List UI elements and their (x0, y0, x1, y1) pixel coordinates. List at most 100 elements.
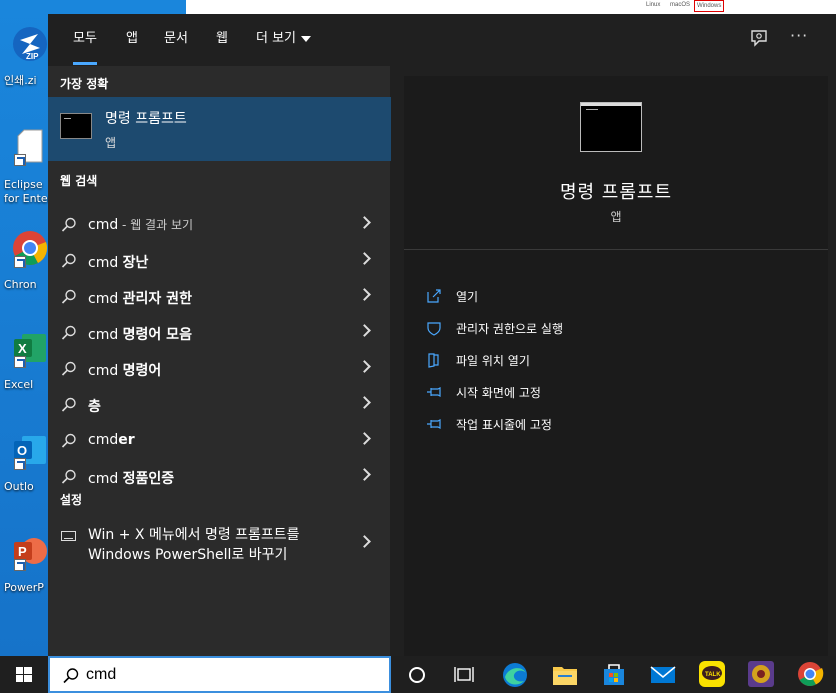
web-suggestion-label: cmder (88, 432, 135, 448)
action-pin-to-taskbar[interactable]: 작업 표시줄에 고정 (426, 411, 806, 439)
web-suggestion-web-result[interactable]: cmd - 웹 결과 보기 (48, 207, 390, 243)
results-list: 가장 정확 명령 프롬프트 앱 웹 검색 cmd - 웹 결과 보기 cmd 장난… (48, 66, 391, 656)
chevron-right-icon (358, 324, 371, 337)
suggestion-prefix: cmd (88, 327, 123, 343)
taskbar-search-box[interactable] (48, 656, 391, 693)
web-suggestion-label: cmd 명령어 모음 (88, 324, 192, 344)
web-suggestion-label: cmd 장난 (88, 252, 148, 272)
section-best-match: 가장 정확 (60, 77, 109, 91)
search-panel: 모두 앱 문서 웹 더 보기 ··· 가장 정확 명령 프롬프트 앱 웹 검색 … (48, 14, 836, 656)
best-match-item[interactable]: 명령 프롬프트 앱 (48, 97, 391, 161)
search-icon (61, 469, 76, 484)
suggestion-bold: 층 (88, 399, 101, 415)
desktop-icon-eclipse[interactable]: Eclipse for Enter (0, 128, 52, 218)
best-match-name: 명령 프롬프트 (105, 111, 187, 127)
web-suggestion-cmd-activation[interactable]: cmd 정품인증 (48, 459, 390, 495)
game-icon[interactable] (746, 659, 776, 689)
search-icon (61, 397, 76, 412)
desktop-icon-powerpoint[interactable]: P PowerP (0, 533, 48, 623)
web-suggestion-cmd-prank[interactable]: cmd 장난 (48, 243, 390, 279)
search-input[interactable] (86, 664, 376, 686)
web-suggestion-cheung[interactable]: 층 (48, 387, 390, 423)
suggestion-bold: er (118, 432, 135, 448)
suggestion-bold: 장난 (122, 255, 149, 271)
chevron-right-icon (358, 288, 371, 301)
pin-icon (427, 419, 441, 429)
web-suggestion-cmder[interactable]: cmder (48, 423, 390, 459)
section-settings: 설정 (60, 493, 83, 507)
desktop-icon-outlook[interactable]: O Outlo (0, 432, 48, 522)
svg-text:ZIP: ZIP (26, 52, 39, 61)
tab-all[interactable]: 모두 (73, 30, 97, 65)
action-open[interactable]: 열기 (426, 283, 806, 311)
desktop-icon-chrome[interactable]: Chron (0, 230, 48, 320)
chevron-right-icon (358, 216, 371, 229)
shield-icon (427, 322, 441, 336)
suggestion-bold: 명령어 모음 (122, 327, 192, 343)
pin-icon (427, 387, 441, 397)
search-tabs-bar: 모두 앱 문서 웹 더 보기 ··· (48, 14, 836, 66)
tab-more[interactable]: 더 보기 (256, 30, 312, 48)
chevron-right-icon (358, 432, 371, 445)
tab-apps[interactable]: 앱 (126, 30, 138, 48)
chevron-right-icon (358, 535, 371, 548)
suggestion-prefix: cmd (88, 291, 123, 307)
store-icon[interactable] (599, 659, 629, 689)
zip-icon: ZIP (13, 27, 47, 61)
command-prompt-icon (60, 113, 92, 139)
tab-documents[interactable]: 문서 (164, 30, 188, 48)
settings-item-powershell[interactable]: Win + X 메뉴에서 명령 프롬프트를 Windows PowerShell… (48, 521, 390, 571)
divider (404, 249, 828, 250)
tab-more-label: 더 보기 (256, 31, 297, 46)
search-icon (61, 253, 76, 268)
action-label: 파일 위치 열기 (456, 354, 530, 368)
chevron-right-icon (358, 360, 371, 373)
action-open-file-location[interactable]: 파일 위치 열기 (426, 347, 806, 375)
action-pin-to-start[interactable]: 시작 화면에 고정 (426, 379, 806, 407)
settings-item-line1: Win + X 메뉴에서 명령 프롬프트를 (88, 527, 300, 543)
chrome-icon[interactable] (795, 659, 825, 689)
tab-web[interactable]: 웹 (216, 30, 228, 48)
task-view-icon[interactable] (449, 659, 479, 689)
file-explorer-icon[interactable] (550, 659, 580, 689)
bg-tab-windows: Windows (694, 0, 725, 12)
taskbar: TALK (0, 656, 836, 693)
shortcut-arrow-icon (14, 256, 26, 268)
background-window: Linux macOS Windows (186, 0, 836, 14)
search-icon (63, 668, 79, 684)
preview-app-name: 명령 프롬프트 (559, 182, 673, 203)
cortana-icon[interactable] (402, 659, 432, 689)
more-options-icon[interactable]: ··· (790, 26, 808, 45)
web-suggestion-label: cmd 관리자 권한 (88, 288, 192, 308)
command-prompt-large-icon (580, 102, 642, 152)
suggestion-bold: 명령어 (122, 363, 162, 379)
desktop-icon-excel[interactable]: X Excel (0, 330, 48, 420)
mail-icon[interactable] (648, 659, 678, 689)
edge-icon[interactable] (500, 659, 530, 689)
best-match-type: 앱 (105, 136, 117, 150)
web-suggestion-label: cmd - 웹 결과 보기 (88, 216, 193, 233)
web-suggestion-cmd-commands-list[interactable]: cmd 명령어 모음 (48, 315, 390, 351)
settings-item-line2: Windows PowerShell로 바꾸기 (88, 547, 288, 563)
action-run-as-admin[interactable]: 관리자 권한으로 실행 (426, 315, 806, 343)
suggestion-prefix: cmd (88, 255, 123, 271)
web-suggestion-label: 층 (88, 396, 101, 416)
shortcut-arrow-icon (14, 356, 26, 368)
suggestion-prefix: cmd (88, 432, 119, 448)
feedback-icon[interactable] (748, 28, 770, 50)
action-label: 관리자 권한으로 실행 (456, 322, 563, 336)
chevron-right-icon (358, 468, 371, 481)
svg-text:X: X (18, 341, 27, 356)
svg-text:O: O (17, 443, 27, 458)
preview-pane: 명령 프롬프트 앱 열기 관리자 권한으로 실행 파일 위치 열기 시작 화면에… (404, 76, 828, 656)
web-suggestion-cmd-commands[interactable]: cmd 명령어 (48, 351, 390, 387)
windows-start-icon[interactable] (0, 656, 48, 693)
suggestion-bold: 관리자 권한 (122, 291, 192, 307)
search-icon (61, 433, 76, 448)
preview-app-type: 앱 (610, 210, 622, 224)
section-web-search: 웹 검색 (60, 174, 98, 188)
bg-tab-macos: macOS (670, 2, 691, 8)
kakaotalk-icon[interactable]: TALK (697, 659, 727, 689)
web-suggestion-cmd-admin[interactable]: cmd 관리자 권한 (48, 279, 390, 315)
desktop-icon-zip[interactable]: ZIP 인쇄.zi (0, 26, 48, 116)
